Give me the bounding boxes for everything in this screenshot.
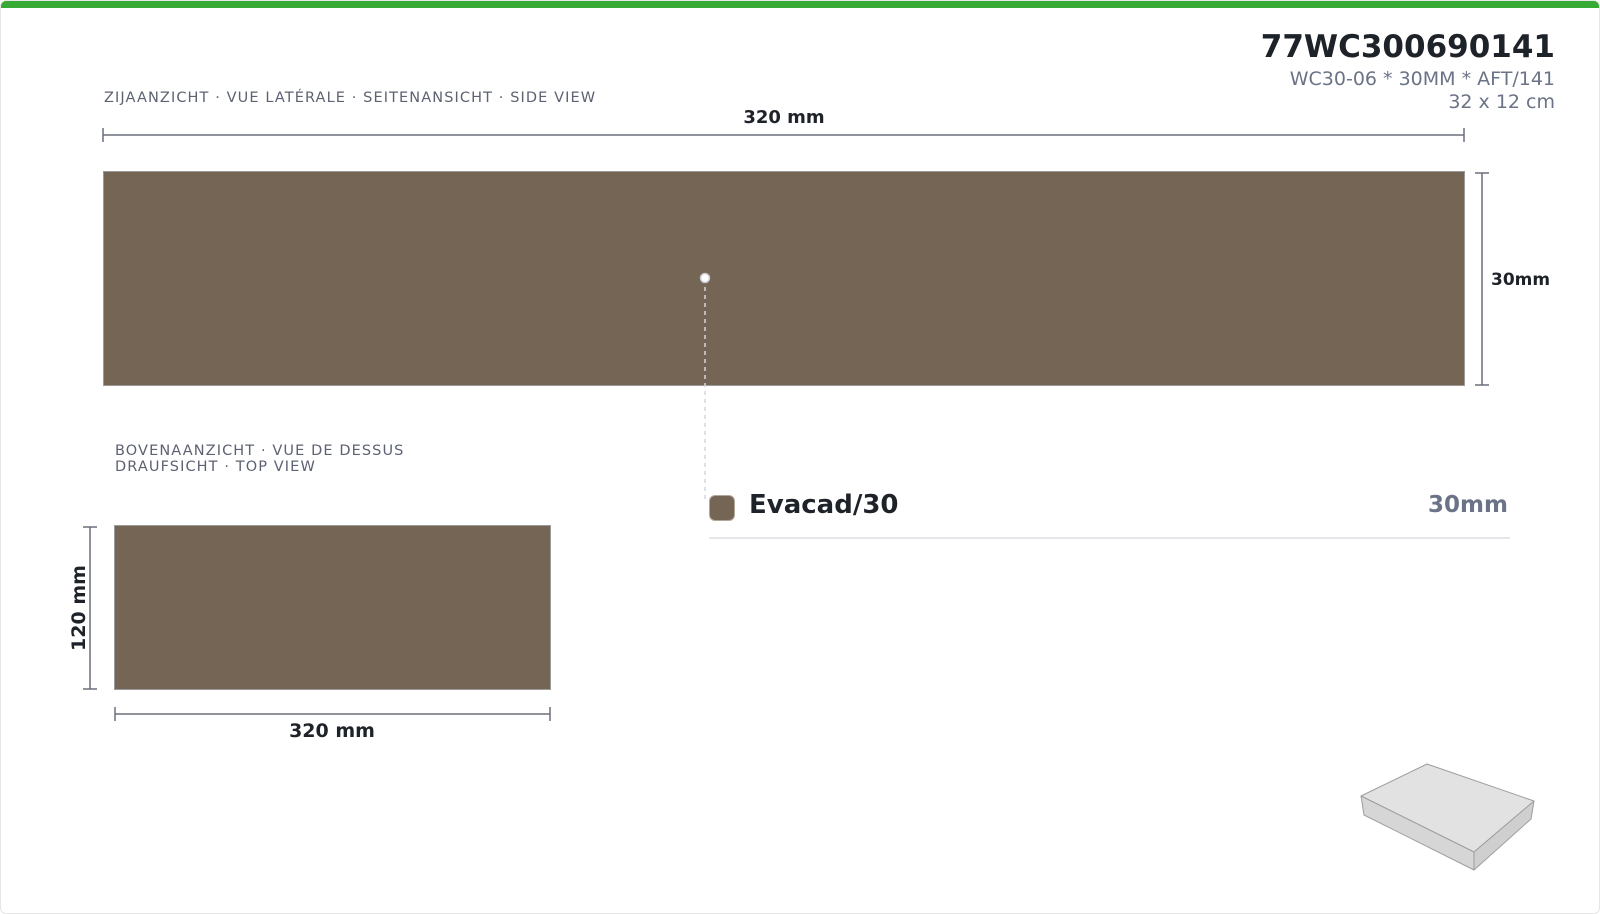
material-swatch bbox=[709, 495, 735, 521]
drawing-sheet: 77WC300690141 WC30-06 * 30MM * AFT/141 3… bbox=[0, 0, 1600, 914]
material-name: Evacad/30 bbox=[749, 490, 899, 520]
side-width-label: 320 mm bbox=[743, 107, 824, 128]
side-height-label: 30mm bbox=[1491, 270, 1550, 290]
side-width-dimension bbox=[102, 128, 1465, 142]
dimension-overlay: 320 mm 30mm 320 mm 120 mm bbox=[68, 107, 1550, 871]
material-leader bbox=[699, 272, 711, 501]
top-width-dimension bbox=[114, 707, 551, 721]
material-thickness: 30mm bbox=[1428, 492, 1508, 518]
side-height-dimension bbox=[1475, 172, 1489, 386]
3d-slab-icon bbox=[1360, 763, 1535, 871]
legend-divider bbox=[709, 537, 1510, 539]
top-depth-label: 120 mm bbox=[68, 565, 90, 651]
top-width-label: 320 mm bbox=[289, 720, 375, 742]
